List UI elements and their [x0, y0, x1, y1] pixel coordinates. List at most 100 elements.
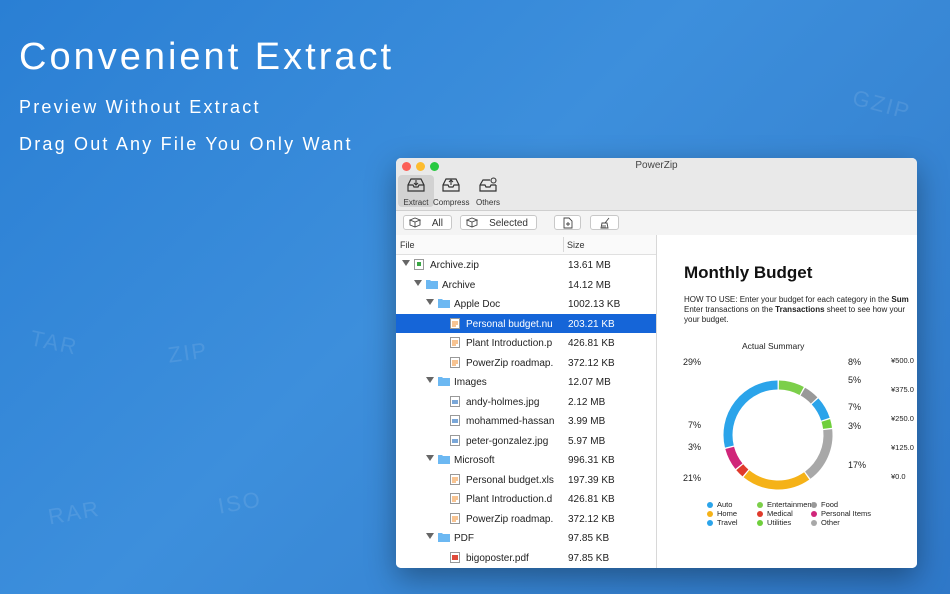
pct-label: 3% — [688, 442, 702, 452]
donut-segment — [800, 387, 818, 404]
file-row[interactable]: PowerZip roadmap. 372.12 KB — [396, 353, 656, 373]
pct-label: 8% — [848, 357, 862, 367]
disclosure-triangle-icon[interactable] — [426, 377, 434, 383]
file-row[interactable]: Images 12.07 MB — [396, 372, 656, 392]
legend-item: Travel — [707, 518, 738, 527]
extract-tool-label: Extract — [403, 198, 429, 207]
legend-item: Auto — [707, 500, 732, 509]
disclosure-triangle-icon[interactable] — [414, 279, 422, 286]
add-file-icon — [563, 217, 573, 229]
donut-segment — [804, 429, 833, 479]
file-name: andy-holmes.jpg — [466, 396, 540, 408]
file-row[interactable]: peter-gonzalez.jpg 5.97 MB — [396, 431, 656, 451]
others-tool-button[interactable]: Others — [470, 175, 506, 207]
others-tray-icon — [479, 177, 497, 192]
file-row[interactable]: PDF 97.85 KB — [396, 528, 656, 548]
pdf-file-icon — [450, 551, 460, 563]
file-name: peter-gonzalez.jpg — [466, 435, 549, 447]
broom-icon — [600, 217, 610, 229]
file-size: 996.31 KB — [568, 455, 615, 466]
axis-label: ¥375.0 — [891, 385, 914, 394]
legend-label: Utilities — [767, 518, 792, 527]
column-divider[interactable] — [563, 237, 564, 252]
file-row[interactable]: Archive.zip 13.61 MB — [396, 255, 656, 275]
legend-item: Home — [707, 509, 737, 518]
file-size: 12.07 MB — [568, 377, 611, 388]
file-name: PowerZip roadmap. — [466, 357, 554, 369]
file-row[interactable]: mohammed-hassan 3.99 MB — [396, 411, 656, 431]
pct-label: 3% — [848, 421, 862, 431]
file-size: 1002.13 KB — [568, 299, 621, 310]
file-size: 5.97 MB — [568, 435, 606, 447]
add-file-button[interactable] — [554, 215, 581, 230]
file-row[interactable]: Archive 14.12 MB — [396, 275, 656, 295]
legend-item: Entertainment — [757, 500, 814, 509]
extract-selected-button[interactable]: Selected — [460, 215, 537, 230]
legend-item: Personal Items — [811, 509, 871, 518]
file-row[interactable]: PowerZip roadmap. 372.12 KB — [396, 509, 656, 529]
file-row[interactable]: andy-holmes.jpg 2.12 MB — [396, 392, 656, 412]
file-row[interactable]: Apple Doc 1002.13 KB — [396, 294, 656, 314]
size-column-header[interactable]: Size — [567, 240, 585, 250]
file-row[interactable]: Plant Introduction.p 426.81 KB — [396, 333, 656, 353]
pct-label: 5% — [848, 375, 862, 385]
extract-selected-label: Selected — [489, 218, 528, 229]
legend-label: Entertainment — [767, 500, 814, 509]
watermark-tar: TAR — [28, 325, 81, 360]
document-file-icon — [450, 337, 460, 348]
file-name: Archive — [442, 279, 476, 291]
watermark-zip: ZIP — [166, 337, 210, 368]
legend-swatch — [707, 511, 713, 517]
legend-label: Other — [821, 518, 840, 527]
clean-button[interactable] — [590, 215, 619, 230]
file-row[interactable]: Personal budget.nu 203.21 KB — [396, 313, 656, 333]
file-size: 14.12 MB — [568, 279, 611, 291]
file-size: 97.85 KB — [568, 533, 610, 544]
extract-all-button[interactable]: All — [403, 215, 452, 230]
file-size: 3.99 MB — [568, 416, 606, 427]
folder-icon — [438, 533, 450, 542]
file-size: 2.12 MB — [568, 396, 606, 408]
disclosure-triangle-icon[interactable] — [426, 533, 434, 539]
legend-label: Auto — [717, 500, 733, 509]
donut-segment — [821, 419, 833, 429]
legend-swatch — [811, 511, 817, 517]
image-file-icon — [450, 395, 460, 407]
file-size: 372.12 KB — [568, 357, 615, 369]
disclosure-triangle-icon[interactable] — [402, 260, 410, 266]
pct-label: 7% — [848, 402, 862, 412]
document-file-icon — [450, 356, 460, 368]
file-name: Images — [454, 377, 487, 388]
compress-tool-button[interactable]: Compress — [433, 175, 469, 207]
document-file-icon — [450, 473, 460, 485]
donut-segment — [811, 398, 830, 421]
file-row[interactable]: Personal budget.xls 197.39 KB — [396, 470, 656, 490]
donut-segment — [723, 380, 778, 448]
file-name: Plant Introduction.d — [466, 494, 553, 505]
disclosure-triangle-icon[interactable] — [426, 455, 434, 461]
zip-archive-icon — [414, 259, 424, 270]
legend-item: Other — [811, 518, 840, 527]
file-name: mohammed-hassan — [466, 416, 555, 427]
watermark-gzip: GZIP — [849, 84, 914, 125]
window-title: PowerZip — [635, 160, 678, 171]
folder-icon — [438, 299, 450, 308]
image-file-icon — [450, 415, 460, 426]
watermark-rar: RAR — [46, 495, 103, 530]
extract-all-label: All — [431, 218, 443, 229]
folder-icon — [438, 377, 450, 386]
legend-item: Utilities — [757, 518, 791, 527]
file-row[interactable]: Microsoft 996.31 KB — [396, 450, 656, 470]
donut-segment — [736, 464, 749, 477]
extract-tool-button[interactable]: Extract — [398, 175, 434, 207]
disclosure-triangle-icon[interactable] — [426, 299, 434, 305]
pct-label: 7% — [688, 420, 702, 430]
action-bar: All Selected — [396, 211, 917, 236]
file-column-header[interactable]: File — [400, 240, 415, 250]
pct-label: 21% — [683, 473, 702, 483]
file-row[interactable]: Plant Introduction.d 426.81 KB — [396, 489, 656, 509]
donut-segment — [725, 446, 743, 470]
file-name: Plant Introduction.p — [466, 338, 553, 349]
file-row[interactable]: bigoposter.pdf 97.85 KB — [396, 548, 656, 568]
file-name: Personal budget.nu — [466, 318, 553, 330]
